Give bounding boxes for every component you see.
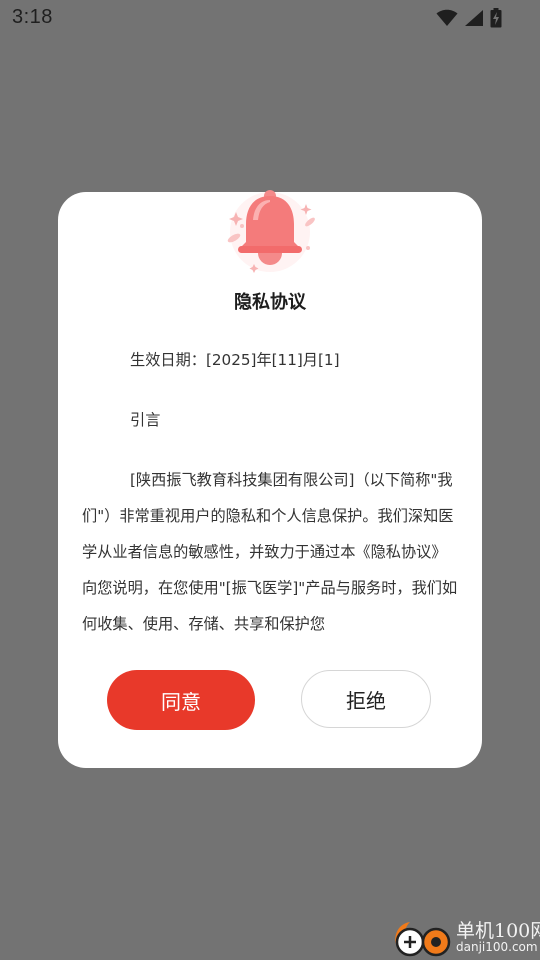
watermark-logo — [390, 918, 454, 958]
bell-icon — [218, 190, 322, 274]
agreement-content[interactable]: 生效日期：[2025]年[11]月[1] 引言 [陕西振飞教育科技集团有限公司]… — [82, 342, 458, 648]
dialog-title: 隐私协议 — [234, 292, 306, 313]
privacy-dialog: 隐私协议 生效日期：[2025]年[11]月[1] 引言 [陕西振飞教育科技集团… — [58, 190, 482, 768]
effective-date-text: 生效日期：[2025]年[11]月[1] — [130, 351, 340, 369]
agree-button[interactable]: 同意 — [107, 670, 255, 730]
battery-charging-icon — [490, 8, 502, 28]
wifi-icon — [436, 9, 458, 27]
watermark: 单机100网 danji100.com — [390, 912, 540, 960]
status-icons — [436, 8, 502, 28]
refuse-button[interactable]: 拒绝 — [301, 670, 431, 728]
watermark-site-url: danji100.com — [456, 940, 538, 954]
watermark-site-name: 单机100网 — [456, 920, 540, 942]
status-time: 3:18 — [12, 6, 53, 28]
intro-paragraph: [陕西振飞教育科技集团有限公司]（以下简称"我们"）非常重视用户的隐私和个人信息… — [82, 471, 458, 633]
screen: 3:18 隐私协议 生效日期：[2025]年[11]月[1] 引言 [陕西振飞教… — [0, 0, 540, 960]
intro-heading: 引言 — [130, 411, 161, 429]
status-bar: 3:18 — [0, 0, 540, 36]
cellular-signal-icon — [464, 9, 484, 27]
